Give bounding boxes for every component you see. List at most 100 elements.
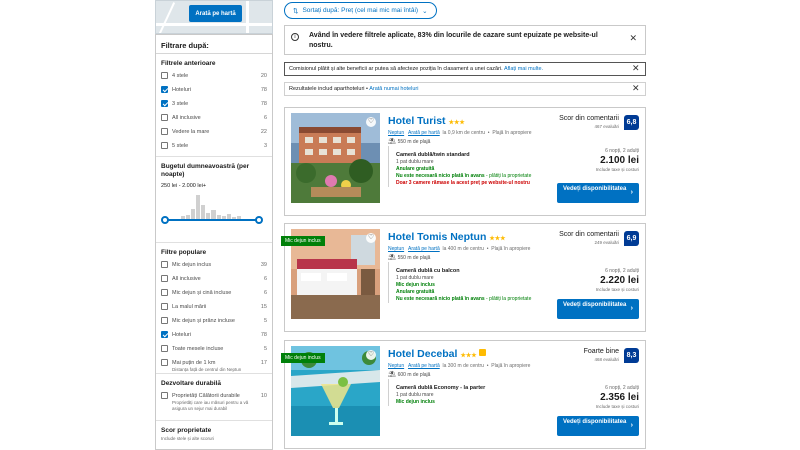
- close-icon[interactable]: ✕: [629, 34, 637, 43]
- hotel-name-row: Hotel Decebal ★★★: [388, 348, 486, 360]
- filter-option-text: 5 stele: [172, 143, 189, 149]
- checkbox[interactable]: [161, 128, 168, 135]
- checkbox[interactable]: [161, 317, 168, 324]
- distance-text: la 300 m de centru: [442, 363, 484, 369]
- beach-nearby-text: Plajă în apropiere: [491, 363, 531, 369]
- filter-option[interactable]: Proprietăți Călătorii durabile Proprietăț…: [161, 392, 267, 418]
- filter-option[interactable]: 5 stele 3: [161, 142, 267, 156]
- checkbox[interactable]: [161, 142, 168, 149]
- room-details: Cameră dublă Economy - la parter 1 pat du…: [388, 379, 553, 406]
- hotel-photo[interactable]: ♡: [291, 113, 380, 203]
- filter-option[interactable]: All inclusive 6: [161, 275, 267, 289]
- filter-option[interactable]: Toate mesele incluse 5: [161, 345, 267, 359]
- learn-more-link[interactable]: Aflați mai multe.: [504, 66, 543, 72]
- review-score[interactable]: Scor din comentarii 249 evaluări 6,9: [543, 231, 639, 249]
- review-score-text: Scor din comentarii: [559, 115, 619, 122]
- checkbox[interactable]: [161, 359, 168, 366]
- map-preview[interactable]: Arată pe hartă: [155, 0, 273, 34]
- taxes-note: Include taxe și costuri: [595, 404, 639, 409]
- filter-option[interactable]: All inclusive 6: [161, 114, 267, 128]
- checkbox[interactable]: [161, 100, 168, 107]
- thumbs-up-icon: [478, 349, 486, 356]
- checkbox[interactable]: [161, 114, 168, 121]
- filter-option[interactable]: Hoteluri 78: [161, 331, 267, 345]
- filter-option-text: Mic dejun și cină incluse: [172, 290, 232, 296]
- show-only-hotels-link[interactable]: Arată numai hoteluri: [369, 86, 418, 92]
- price-block: 6 nopți, 2 adulți 2.100 lei Include taxe ș…: [596, 148, 639, 173]
- filter-option-text: Mai puțin de 1 km: [172, 360, 216, 366]
- budget-min-handle[interactable]: [161, 216, 169, 224]
- property-score-sub: Include stele și alte scoruri: [161, 436, 215, 441]
- checkbox[interactable]: [161, 331, 168, 338]
- filter-option[interactable]: La malul mării 15: [161, 303, 267, 317]
- filter-option-count: 20: [260, 73, 267, 79]
- beach-distance: ⛱ 550 m de plajă: [388, 138, 430, 145]
- close-icon[interactable]: ✕: [632, 84, 640, 93]
- star-rating-icon: ★★★: [489, 236, 506, 242]
- review-score[interactable]: Foarte bine 468 evaluări 8,3: [543, 348, 639, 366]
- heart-icon[interactable]: ♡: [366, 233, 376, 243]
- hotel-name-link[interactable]: Hotel Tomis Neptun: [388, 231, 486, 243]
- filter-option-label: Hoteluri: [172, 86, 255, 94]
- hotel-name-link[interactable]: Hotel Decebal: [388, 348, 457, 360]
- filter-option[interactable]: 3 stele 78: [161, 100, 267, 114]
- chevron-right-icon: ›: [630, 305, 633, 312]
- see-availability-label: Vedeți disponibilitatea: [563, 186, 627, 192]
- city-link[interactable]: Neptun: [388, 363, 404, 369]
- filter-option-text: All inclusive: [172, 276, 201, 282]
- filter-option[interactable]: Mic dejun și cină incluse 6: [161, 289, 267, 303]
- filter-option-label: Hoteluri: [172, 331, 255, 339]
- checkbox[interactable]: [161, 72, 168, 79]
- checkbox[interactable]: [161, 261, 168, 268]
- show-on-map-button[interactable]: Arată pe hartă: [189, 5, 242, 22]
- beach-icon: ⛱: [388, 372, 396, 378]
- filter-option-label: 3 stele: [172, 100, 255, 108]
- taxes-note: Include taxe și costuri: [595, 167, 639, 172]
- beach-distance-text: 550 m de plajă: [397, 255, 431, 261]
- beach-icon: ⛱: [388, 255, 396, 261]
- show-on-map-link[interactable]: Arată pe hartă: [408, 130, 440, 136]
- filter-option[interactable]: Mai puțin de 1 km Distanța față de centru…: [161, 359, 267, 375]
- checkbox[interactable]: [161, 303, 168, 310]
- filter-option[interactable]: Mic dejun inclus 39: [161, 261, 267, 275]
- filter-option-count: 78: [260, 87, 267, 93]
- filter-option-label: 4 stele: [172, 72, 255, 80]
- budget-track: [165, 219, 259, 221]
- see-availability-button[interactable]: Vedeți disponibilitatea ›: [557, 299, 639, 319]
- price-value: 2.100 lei: [600, 155, 639, 166]
- filter-option[interactable]: Vedere la mare 22: [161, 128, 267, 142]
- see-availability-button[interactable]: Vedeți disponibilitatea ›: [557, 416, 639, 436]
- heart-icon[interactable]: ♡: [366, 350, 376, 360]
- filter-option-count: 10: [260, 393, 267, 399]
- show-on-map-link[interactable]: Arată pe hartă: [408, 363, 440, 369]
- stay-details: 6 nopți, 2 adulți: [605, 268, 639, 274]
- hotel-location: Neptun Arată pe hartă la 300 m de centru…: [388, 363, 531, 369]
- checkbox[interactable]: [161, 275, 168, 282]
- filter-option[interactable]: Mic dejun și prânz incluse 5: [161, 317, 267, 331]
- beach-nearby-text: Plajă în apropiere: [492, 130, 532, 136]
- checkbox[interactable]: [161, 86, 168, 93]
- sort-arrows-icon: ⇅: [293, 7, 299, 15]
- budget-max-handle[interactable]: [255, 216, 263, 224]
- review-count: 467 evaluări: [594, 124, 619, 129]
- city-link[interactable]: Neptun: [388, 246, 404, 252]
- property-score-heading: Scor proprietate: [161, 427, 212, 434]
- close-icon[interactable]: ✕: [632, 64, 640, 73]
- checkbox[interactable]: [161, 392, 168, 399]
- filter-option-text: La malul mării: [172, 304, 207, 310]
- filter-option-text: Proprietăți Călătorii durabile: [172, 393, 240, 399]
- checkbox[interactable]: [161, 289, 168, 296]
- review-score[interactable]: Scor din comentarii 467 evaluări 6,8: [543, 115, 639, 133]
- see-availability-button[interactable]: Vedeți disponibilitatea ›: [557, 183, 639, 203]
- hotel-name-link[interactable]: Hotel Turist: [388, 115, 446, 127]
- filter-option[interactable]: 4 stele 20: [161, 72, 267, 86]
- checkbox[interactable]: [161, 345, 168, 352]
- heart-icon[interactable]: ♡: [366, 117, 376, 127]
- filter-option[interactable]: Hoteluri 78: [161, 86, 267, 100]
- city-link[interactable]: Neptun: [388, 130, 404, 136]
- commission-notice: Comisionul plătit și alte beneficii ar p…: [284, 62, 646, 76]
- sort-dropdown[interactable]: ⇅ Sortați după: Preț (cel mai mic mai în…: [284, 2, 437, 19]
- budget-slider[interactable]: [161, 193, 267, 225]
- show-on-map-link[interactable]: Arată pe hartă: [408, 246, 440, 252]
- filter-option-text: Mic dejun inclus: [172, 262, 212, 268]
